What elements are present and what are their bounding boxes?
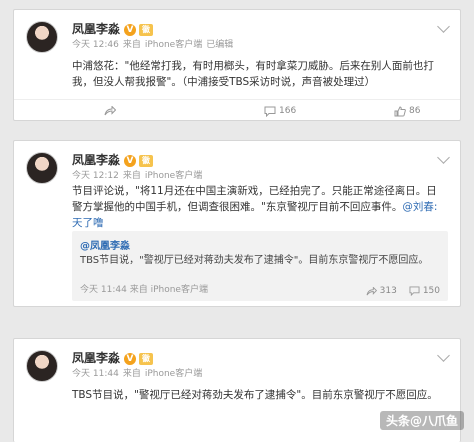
- username-text[interactable]: 凤凰李淼: [72, 22, 120, 36]
- repost-meta: 今天 11:44 来自 iPhone客户端: [80, 282, 208, 295]
- post-username[interactable]: 凤凰李淼 V 徽: [72, 151, 154, 168]
- comment-count: 166: [279, 106, 297, 116]
- share-icon: [104, 106, 116, 116]
- post-time[interactable]: 今天 11:44: [72, 369, 119, 379]
- post-time[interactable]: 今天 12:12: [72, 171, 119, 181]
- repost-share-count: 313: [379, 286, 397, 296]
- post-username[interactable]: 凤凰李淼 V 徽: [72, 349, 154, 366]
- avatar[interactable]: [26, 21, 58, 53]
- weibo-post-card: 凤凰李淼 V 徽 今天 12:46 来自 iPhone客户端 已编辑 中浦悠花："他经常打…: [13, 9, 461, 121]
- comment-button[interactable]: 166: [264, 100, 297, 120]
- repost-source-prefix: 来自: [129, 285, 148, 295]
- like-button[interactable]: 86: [394, 100, 421, 120]
- post-source: iPhone客户端: [144, 369, 203, 379]
- member-badge-icon: 徽: [139, 23, 154, 36]
- avatar[interactable]: [26, 350, 58, 382]
- post-text-main: 节目评论说，"将11月还在中国主演新戏，已经拍完了。只能正常途径离日。日警方掌握…: [72, 185, 437, 213]
- post-time[interactable]: 今天 12:46: [72, 40, 119, 50]
- post-text: 节目评论说，"将11月还在中国主演新戏，已经拍完了。只能正常途径离日。日警方掌握…: [72, 183, 446, 231]
- repost-time[interactable]: 今天 11:44: [80, 285, 127, 295]
- post-source: iPhone客户端: [144, 171, 203, 181]
- post-text: 中浦悠花："他经常打我，有时用榔头，有时拿菜刀威胁。后来在别人面前也打我，但没人…: [72, 60, 434, 88]
- repost-share-button[interactable]: 313: [366, 286, 397, 296]
- username-text[interactable]: 凤凰李淼: [72, 351, 120, 365]
- watermark: 头条@八爪鱼: [379, 411, 464, 430]
- avatar[interactable]: [26, 152, 58, 184]
- chevron-down-icon[interactable]: [437, 349, 450, 362]
- member-badge-icon: 徽: [139, 352, 154, 365]
- post-meta: 今天 11:44 来自 iPhone客户端: [72, 366, 206, 379]
- source-prefix: 来自: [122, 171, 141, 181]
- post-meta: 今天 12:12 来自 iPhone客户端: [72, 168, 206, 181]
- reposted-post[interactable]: @凤凰李淼 TBS节目说，"警视厅已经对蒋劲夫发布了逮捕令"。目前东京警视厅不愿…: [72, 231, 448, 301]
- repost-username[interactable]: @凤凰李淼: [80, 237, 130, 252]
- post-username[interactable]: 凤凰李淼 V 徽: [72, 20, 154, 37]
- verified-badge-icon: V: [124, 23, 137, 36]
- comment-icon: [264, 106, 276, 117]
- edited-label: 已编辑: [206, 40, 234, 50]
- member-badge-icon: 徽: [139, 154, 154, 167]
- share-button[interactable]: [104, 100, 119, 120]
- repost-source: iPhone客户端: [150, 285, 208, 295]
- comment-icon: [409, 286, 420, 296]
- repost-text: TBS节目说，"警视厅已经对蒋劲夫发布了逮捕令"。目前东京警视厅不愿回应。: [80, 255, 429, 266]
- post-source: iPhone客户端: [144, 40, 203, 50]
- like-count: 86: [409, 106, 421, 116]
- verified-badge-icon: V: [124, 352, 137, 365]
- chevron-down-icon[interactable]: [437, 20, 450, 33]
- repost-comment-button[interactable]: 150: [409, 286, 440, 296]
- chevron-down-icon[interactable]: [437, 151, 450, 164]
- action-bar: 166 86: [14, 99, 460, 120]
- source-prefix: 来自: [122, 40, 141, 50]
- repost-comment-count: 150: [422, 286, 440, 296]
- verified-badge-icon: V: [124, 154, 137, 167]
- share-icon: [366, 286, 377, 295]
- post-text: TBS节目说，"警视厅已经对蒋劲夫发布了逮捕令"。目前东京警视厅不愿回应。: [72, 389, 438, 401]
- post-meta: 今天 12:46 来自 iPhone客户端 已编辑: [72, 37, 237, 50]
- repost-actions: 313 150: [366, 286, 440, 296]
- thumbs-up-icon: [394, 105, 406, 116]
- weibo-post-card: 凤凰李淼 V 徽 今天 12:12 来自 iPhone客户端 节目评论说，"将11月还在…: [13, 140, 461, 307]
- username-text[interactable]: 凤凰李淼: [72, 153, 120, 167]
- source-prefix: 来自: [122, 369, 141, 379]
